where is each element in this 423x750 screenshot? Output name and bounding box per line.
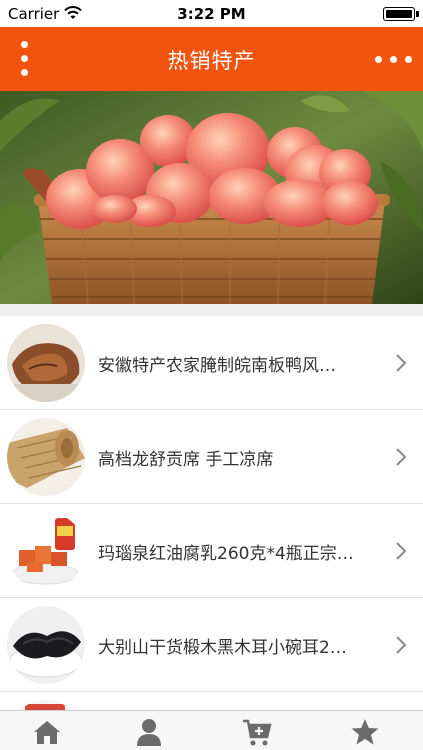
product-thumbnail-tofu [7,512,85,590]
list-item[interactable]: 玛瑙泉红油腐乳260克*4瓶正宗… [0,504,423,598]
banner-carousel[interactable] [0,91,423,304]
list-item[interactable]: 高档龙舒贡席 手工凉席 [0,410,423,504]
star-icon[interactable] [350,717,380,747]
home-icon[interactable] [32,717,62,747]
user-icon[interactable] [134,717,164,747]
page-title: 热销特产 [167,49,256,73]
product-thumbnail-partial [7,700,85,710]
clock: 3:22 PM [177,5,246,23]
product-thumbnail-fungus [7,606,85,684]
horizontal-more-icon[interactable] [373,45,415,73]
product-thumbnail-mat [7,418,85,496]
chevron-right-icon [396,636,407,654]
product-title: 高档龙舒贡席 手工凉席 [98,450,274,470]
cart-add-icon[interactable] [242,717,272,747]
chevron-right-icon [396,354,407,372]
product-title: 安徽特产农家腌制皖南板鸭风… [98,356,336,376]
product-thumbnail-duck [7,324,85,402]
nav-bar: 热销特产 [0,27,423,91]
product-title: 玛瑙泉红油腐乳260克*4瓶正宗… [98,544,354,564]
chevron-right-icon [396,542,407,560]
battery-tip [416,11,419,17]
list-item-partial[interactable] [0,692,423,710]
tab-bar [0,710,423,750]
section-divider [0,304,423,316]
product-list: 安徽特产农家腌制皖南板鸭风… 高档龙舒贡席 手工凉席 玛瑙泉红油腐乳260克*4… [0,316,423,710]
list-item[interactable]: 安徽特产农家腌制皖南板鸭风… [0,316,423,410]
battery-icon [383,7,415,21]
product-title: 大别山干货椴木黑木耳小碗耳2… [98,638,347,658]
status-bar: Carrier 3:22 PM [0,0,423,27]
list-item[interactable]: 大别山干货椴木黑木耳小碗耳2… [0,598,423,692]
banner-image-peaches [0,91,423,304]
chevron-right-icon [396,448,407,466]
